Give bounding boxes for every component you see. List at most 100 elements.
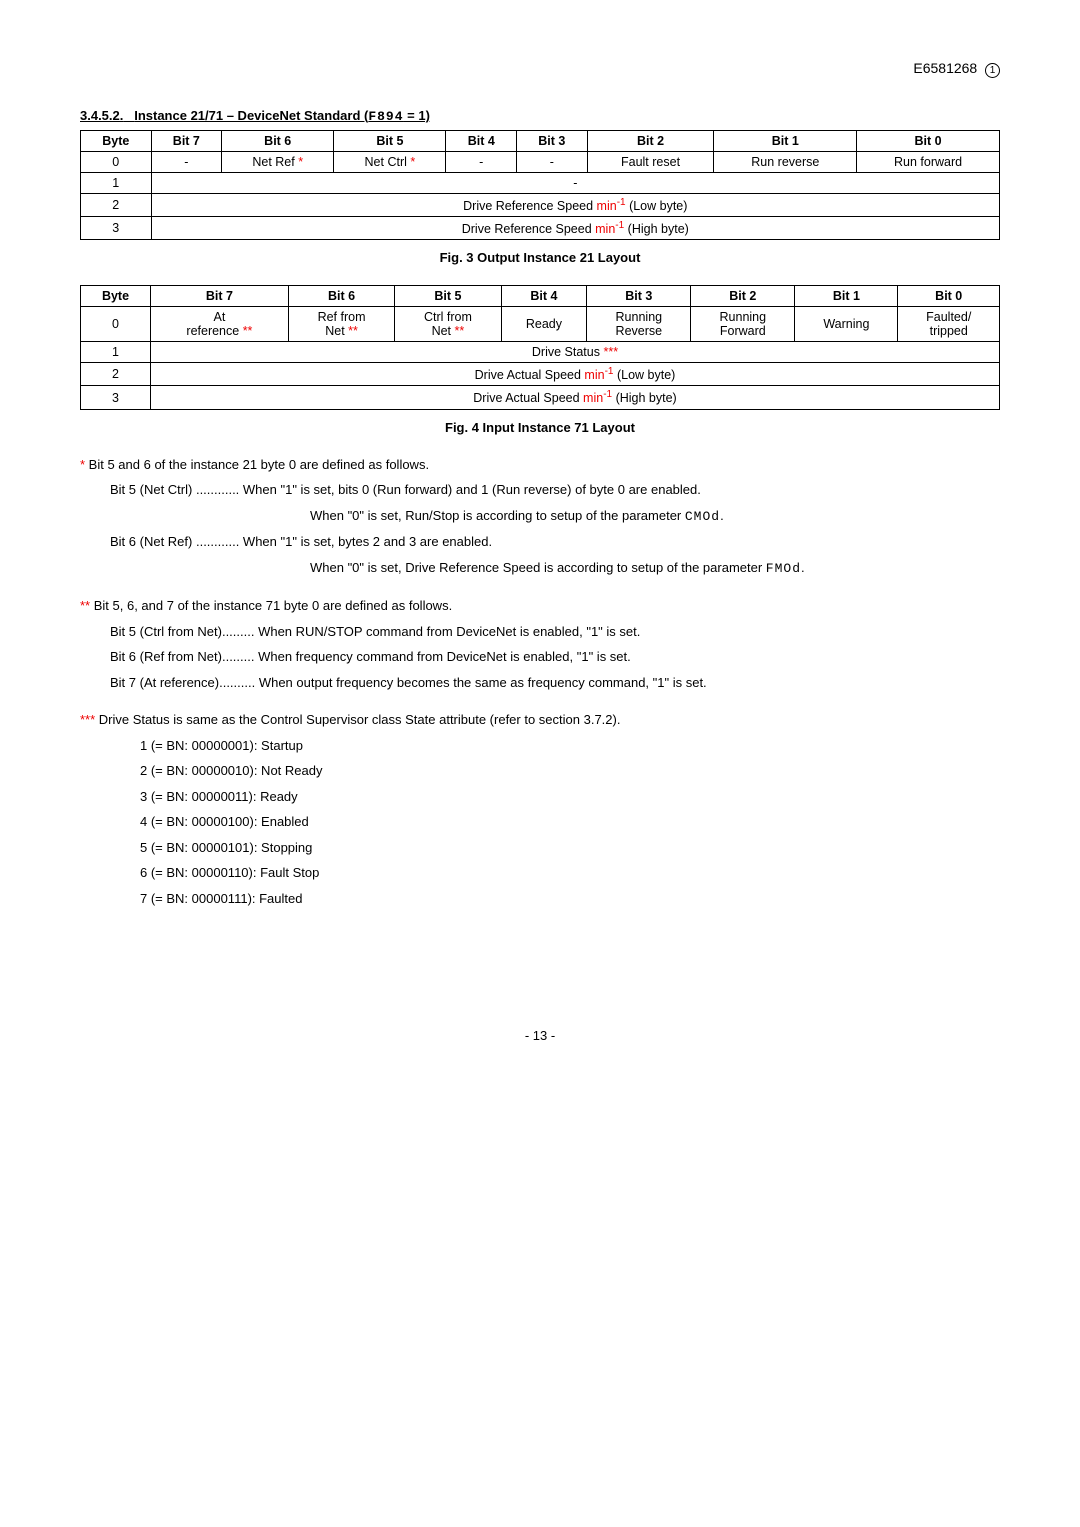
td: 0 (81, 152, 152, 173)
doc-code: E6581268 (913, 60, 977, 76)
param-code: FMOd (766, 561, 801, 576)
footnote-1-line: Bit 5 (Net Ctrl) ............ When "1" i… (110, 480, 1000, 500)
footnote-1-line: Bit 6 (Net Ref) ............ When "1" is… (110, 532, 1000, 552)
footnote-lead: Bit 5 and 6 of the instance 21 byte 0 ar… (89, 457, 429, 472)
footnote-2: ** Bit 5, 6, and 7 of the instance 71 by… (80, 596, 1000, 616)
table-row: 1 - (81, 173, 1000, 194)
td: - (151, 152, 222, 173)
td: RunningForward (691, 307, 795, 342)
td: 3 (81, 217, 152, 240)
red-text: min (583, 392, 603, 406)
td: 0 (81, 307, 151, 342)
table-row: 3 Drive Actual Speed min-1 (High byte) (81, 386, 1000, 409)
fig4-caption: Fig. 4 Input Instance 71 Layout (80, 420, 1000, 435)
text: . (720, 508, 724, 523)
cell-text: Reverse (616, 324, 663, 338)
cell-text: Drive Status (532, 345, 604, 359)
page-number: - 13 - (80, 1028, 1000, 1043)
th: Bit 6 (288, 286, 394, 307)
table-row: 0 Atreference ** Ref fromNet ** Ctrl fro… (81, 307, 1000, 342)
td: Run forward (857, 152, 1000, 173)
cell-text: Ctrl from (424, 310, 472, 324)
td: 1 (81, 342, 151, 363)
red-sup: -1 (617, 197, 626, 208)
table-header-row: Byte Bit 7 Bit 6 Bit 5 Bit 4 Bit 3 Bit 2… (81, 131, 1000, 152)
section-heading: 3.4.5.2. Instance 21/71 – DeviceNet Stan… (80, 108, 1000, 124)
footnote-3-item: 3 (= BN: 00000011): Ready (140, 787, 1000, 807)
cell-text: (High byte) (624, 222, 689, 236)
cell-text: reference (186, 324, 242, 338)
red-star: *** (603, 345, 618, 359)
section-text: Instance 21/71 – DeviceNet Standard ( (134, 108, 368, 123)
th: Byte (81, 286, 151, 307)
td: Net Ctrl * (334, 152, 446, 173)
footnote-1: * Bit 5 and 6 of the instance 21 byte 0 … (80, 455, 1000, 475)
red-star: *** (80, 712, 99, 727)
footnote-lead: Drive Status is same as the Control Supe… (99, 712, 621, 727)
cell-text: (High byte) (612, 392, 677, 406)
footnote-3-item: 6 (= BN: 00000110): Fault Stop (140, 863, 1000, 883)
td: 3 (81, 386, 151, 409)
cell-text: Ref from (318, 310, 366, 324)
td: Drive Status *** (150, 342, 999, 363)
red-sup: -1 (603, 389, 612, 400)
red-text: min (597, 199, 617, 213)
fig3-caption: Fig. 3 Output Instance 21 Layout (80, 250, 1000, 265)
th: Bit 3 (587, 286, 691, 307)
red-star: * (298, 155, 303, 169)
section-param: F894 (368, 109, 403, 124)
footnote-1-line: When "0" is set, Drive Reference Speed i… (310, 558, 1000, 579)
footnote-lead: Bit 5, 6, and 7 of the instance 71 byte … (94, 598, 452, 613)
th: Bit 3 (517, 131, 588, 152)
footnote-3-item: 4 (= BN: 00000100): Enabled (140, 812, 1000, 832)
text: When "0" is set, Drive Reference Speed i… (310, 560, 766, 575)
td: Drive Actual Speed min-1 (High byte) (150, 386, 999, 409)
table-row: 2 Drive Reference Speed min-1 (Low byte) (81, 194, 1000, 217)
th: Bit 7 (151, 131, 222, 152)
td: Run reverse (714, 152, 857, 173)
th: Bit 1 (795, 286, 898, 307)
td: Net Ref * (222, 152, 334, 173)
footnote-1-line: When "0" is set, Run/Stop is according t… (310, 506, 1000, 527)
footnote-2-line: Bit 5 (Ctrl from Net)......... When RUN/… (110, 622, 1000, 642)
footnote-3-item: 7 (= BN: 00000111): Faulted (140, 889, 1000, 909)
table-row: 1 Drive Status *** (81, 342, 1000, 363)
table-row: 3 Drive Reference Speed min-1 (High byte… (81, 217, 1000, 240)
cell-text: Net Ref (252, 155, 298, 169)
th: Bit 0 (898, 286, 1000, 307)
cell-text: Drive Actual Speed (473, 392, 583, 406)
red-star: ** (455, 324, 465, 338)
table-row: 0 - Net Ref * Net Ctrl * - - Fault reset… (81, 152, 1000, 173)
td: Ref fromNet ** (288, 307, 394, 342)
cell-text: (Low byte) (613, 368, 675, 382)
th: Bit 2 (691, 286, 795, 307)
cell-text: (Low byte) (626, 199, 688, 213)
section-number: 3.4.5.2. (80, 108, 123, 123)
td: Atreference ** (150, 307, 288, 342)
th: Bit 1 (714, 131, 857, 152)
cell-text: Drive Reference Speed (463, 199, 596, 213)
param-code: CMOd (685, 509, 720, 524)
cell-text: Net Ctrl (365, 155, 411, 169)
revision-mark: 1 (985, 63, 1000, 78)
footnote-2-line: Bit 7 (At reference).......... When outp… (110, 673, 1000, 693)
td: Faulted/tripped (898, 307, 1000, 342)
td: Drive Reference Speed min-1 (High byte) (151, 217, 999, 240)
footnote-3-item: 1 (= BN: 00000001): Startup (140, 736, 1000, 756)
table-row: 2 Drive Actual Speed min-1 (Low byte) (81, 363, 1000, 386)
td: Ready (501, 307, 587, 342)
page-header: E6581268 1 (80, 60, 1000, 78)
th: Bit 4 (446, 131, 517, 152)
table-header-row: Byte Bit 7 Bit 6 Bit 5 Bit 4 Bit 3 Bit 2… (81, 286, 1000, 307)
th: Bit 5 (334, 131, 446, 152)
cell-text: Running (720, 310, 767, 324)
td: - (517, 152, 588, 173)
red-star: ** (80, 598, 94, 613)
red-sup: -1 (615, 220, 624, 231)
text: . (801, 560, 805, 575)
red-text: min (584, 368, 604, 382)
td: Fault reset (587, 152, 714, 173)
td: Ctrl fromNet ** (395, 307, 501, 342)
cell-text: Forward (720, 324, 766, 338)
input-instance-table: Byte Bit 7 Bit 6 Bit 5 Bit 4 Bit 3 Bit 2… (80, 285, 1000, 409)
